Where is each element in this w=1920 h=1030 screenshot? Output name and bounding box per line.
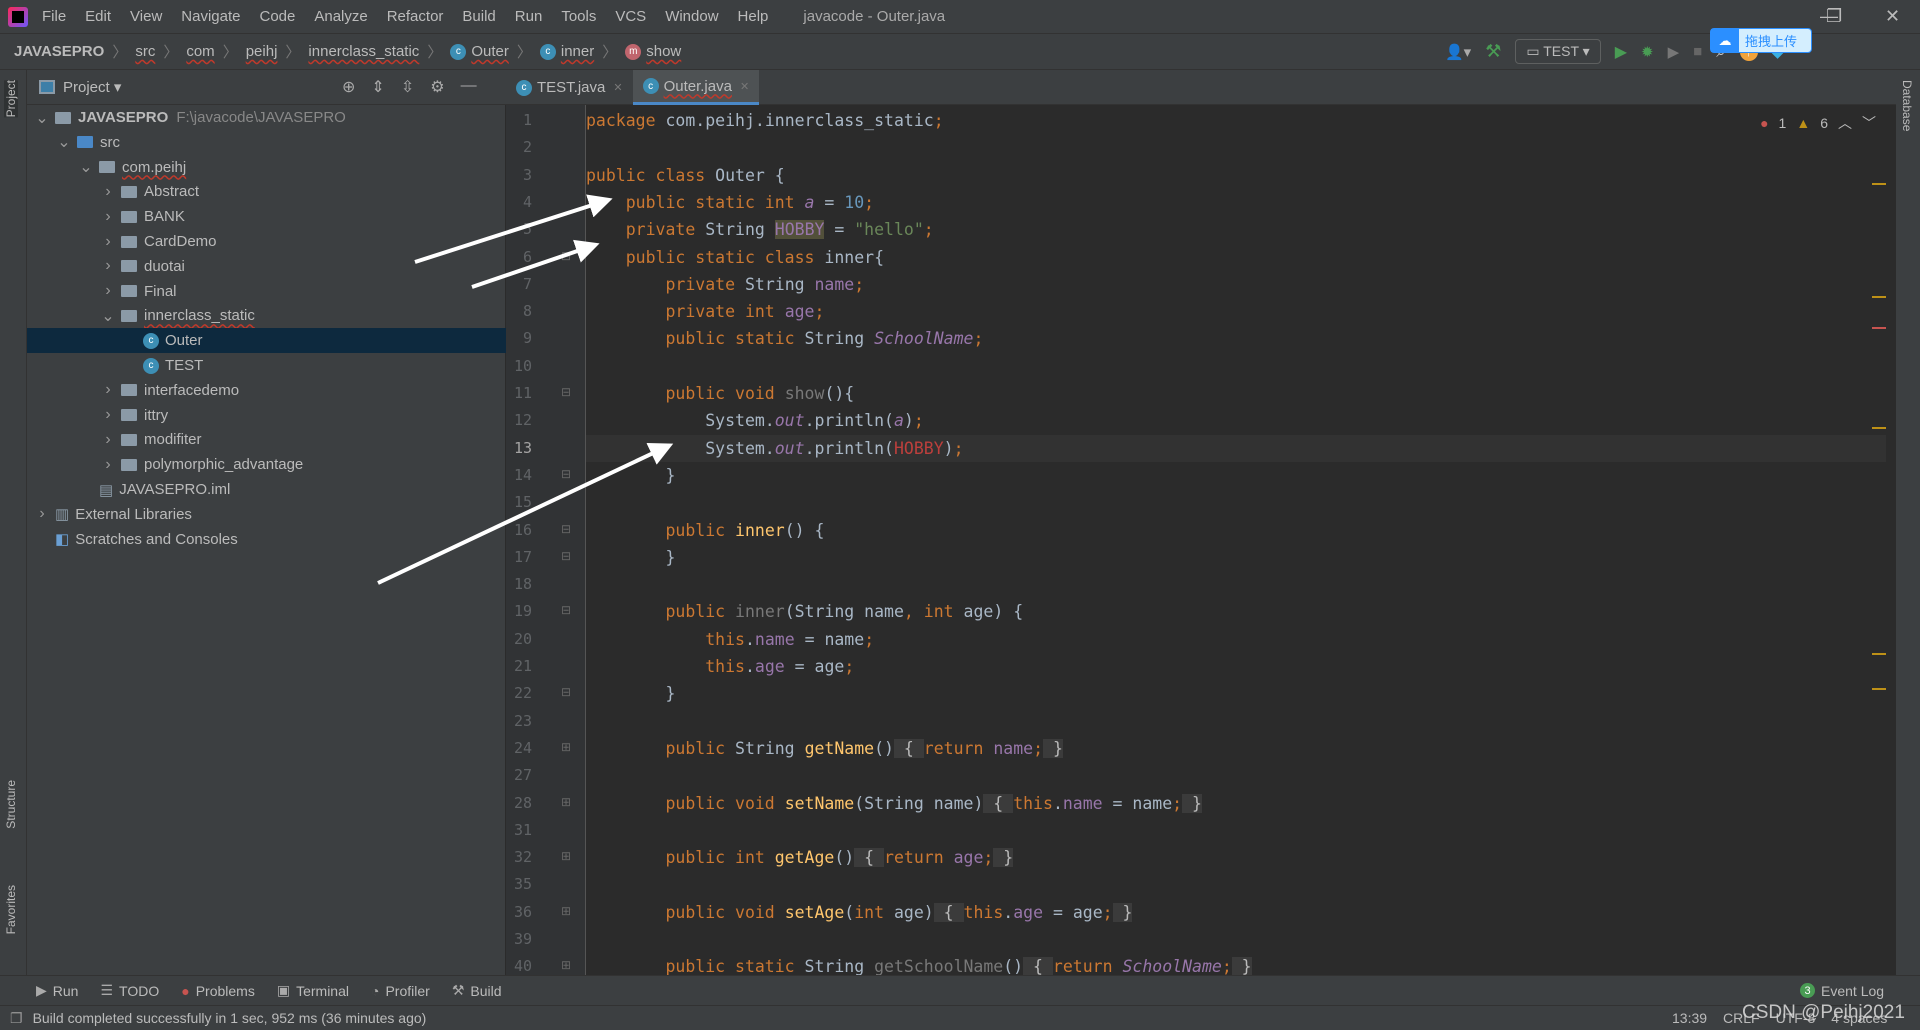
tool-label: Build	[470, 982, 502, 999]
tool-run[interactable]: ▶ Run	[36, 982, 78, 999]
status-panel-icon[interactable]: ❐	[10, 1010, 23, 1027]
arrow-to-private-field	[471, 239, 600, 289]
tool-label: Run	[52, 982, 79, 999]
tool-problems[interactable]: ● Problems	[181, 982, 255, 999]
tool-label: TODO	[119, 982, 160, 999]
tool-terminal[interactable]: ▣ Terminal	[277, 982, 349, 999]
tool-build[interactable]: ⚒ Build	[452, 982, 502, 999]
tool-label: Terminal	[296, 982, 349, 999]
caret-position[interactable]: 13:39	[1672, 1010, 1707, 1026]
status-bar: ❐ Build completed successfully in 1 sec,…	[0, 1002, 1920, 1030]
event-count-badge: 3	[1800, 983, 1815, 998]
tool-window-bar: ▶ Run ☰ TODO ● Problems ▣ Terminal ◔ Profiler ⚒ Bui…	[0, 975, 1920, 1005]
build-icon: ⚒	[451, 982, 465, 998]
event-log-button[interactable]: 3 Event Log	[1800, 983, 1884, 999]
run-icon: ▶	[36, 982, 47, 998]
problems-icon: ●	[181, 982, 190, 999]
todo-icon: ☰	[100, 982, 114, 998]
status-message: Build completed successfully in 1 sec, 9…	[32, 1010, 427, 1026]
watermark: CSDN @Peihj2021	[1742, 1002, 1905, 1023]
tool-label: Problems	[195, 982, 255, 999]
tool-label: Profiler	[385, 982, 430, 999]
tool-todo[interactable]: ☰ TODO	[100, 982, 159, 999]
terminal-icon: ▣	[276, 982, 291, 998]
tool-profiler[interactable]: ◔ Profiler	[371, 982, 430, 999]
arrow-to-hobby-usage	[377, 442, 674, 585]
profiler-icon: ◔	[370, 982, 380, 999]
annotation-arrows	[377, 194, 674, 585]
